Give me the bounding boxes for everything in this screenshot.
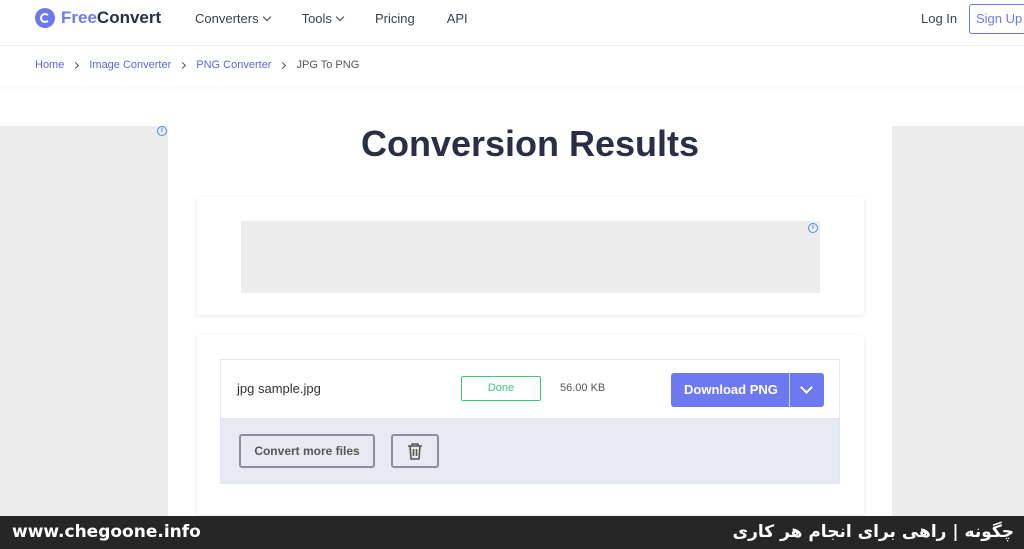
- nav-tools-label: Tools: [301, 11, 332, 26]
- right-ad-area: [892, 126, 1024, 516]
- site-header: FreeConvert Converters Tools Pricing API…: [0, 0, 1024, 46]
- nav-api-label: API: [446, 11, 468, 26]
- footer-tagline: چگونه | راهی برای انجام هر کاری: [732, 522, 1014, 542]
- download-label: Download PNG: [684, 382, 778, 397]
- footer-banner: www.chegoone.info چگونه | راهی برای انجا…: [0, 516, 1024, 549]
- ad-card: i: [197, 197, 864, 315]
- breadcrumb-png-converter[interactable]: PNG Converter: [196, 59, 271, 71]
- chevron-down-icon: [262, 12, 271, 22]
- main-nav: Converters Tools Pricing API: [195, 11, 500, 26]
- chevron-right-icon: [72, 61, 80, 69]
- chevron-down-icon: [335, 12, 345, 22]
- nav-converters[interactable]: Converters: [195, 11, 271, 26]
- chevron-right-icon: [179, 61, 187, 69]
- chevron-right-icon: [279, 61, 287, 69]
- delete-button[interactable]: [391, 434, 439, 468]
- download-divider: [789, 373, 790, 407]
- file-size: 56.00 KB: [560, 382, 606, 394]
- file-row: jpg sample.jpg Done 56.00 KB Download PN…: [220, 359, 840, 419]
- chevron-down-icon[interactable]: [800, 381, 813, 394]
- logo-text: FreeConvert: [61, 8, 162, 27]
- trash-icon: [408, 443, 422, 460]
- footer-site-url: www.chegoone.info: [12, 522, 201, 542]
- page-title: Conversion Results: [360, 123, 700, 164]
- nav-tools[interactable]: Tools: [301, 11, 345, 26]
- convert-more-button[interactable]: Convert more files: [239, 434, 375, 468]
- breadcrumb-home[interactable]: Home: [35, 59, 64, 71]
- nav-pricing-label: Pricing: [374, 11, 415, 26]
- action-panel: Convert more files: [220, 419, 840, 484]
- left-ad-area: [0, 126, 168, 516]
- nav-pricing[interactable]: Pricing: [375, 11, 415, 26]
- breadcrumb-image-converter[interactable]: Image Converter: [89, 59, 171, 71]
- status-badge: Done: [461, 376, 541, 401]
- login-link[interactable]: Log In: [921, 11, 957, 26]
- results-card: jpg sample.jpg Done 56.00 KB Download PN…: [197, 335, 864, 515]
- ad-info-icon[interactable]: i: [157, 126, 167, 136]
- breadcrumb-current: JPG To PNG: [296, 59, 360, 71]
- freeconvert-logo[interactable]: FreeConvert: [35, 8, 161, 28]
- download-button[interactable]: Download PNG: [671, 373, 824, 407]
- file-name: jpg sample.jpg: [237, 381, 321, 396]
- ad-info-icon[interactable]: i: [808, 223, 818, 233]
- logo-icon: [35, 8, 55, 28]
- nav-api[interactable]: API: [447, 11, 468, 26]
- nav-converters-label: Converters: [195, 11, 259, 26]
- signup-button[interactable]: Sign Up: [969, 4, 1024, 34]
- ad-slot[interactable]: i: [241, 221, 820, 293]
- breadcrumb: Home Image Converter PNG Converter JPG T…: [35, 59, 359, 71]
